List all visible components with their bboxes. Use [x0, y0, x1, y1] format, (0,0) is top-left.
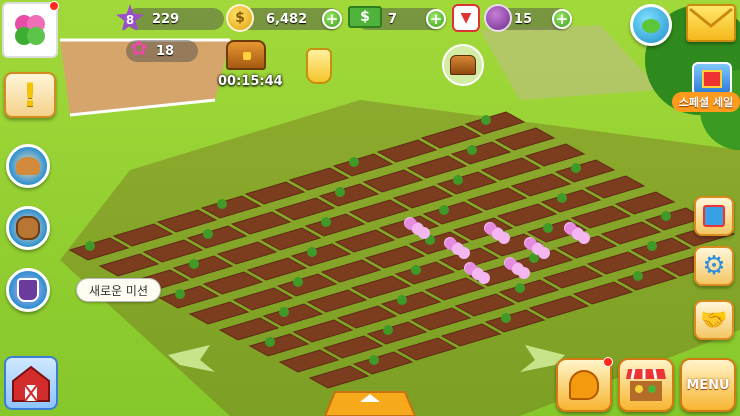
barrel-icon	[16, 216, 40, 240]
crop-sprout	[571, 163, 581, 173]
special-sale-button[interactable]	[692, 62, 732, 96]
special-sale-label: 스페셜 세일	[672, 92, 740, 112]
globe-icon[interactable]	[630, 4, 672, 46]
voucher-icon[interactable]: ▼	[452, 4, 480, 32]
crop-sprout	[467, 145, 477, 155]
gift-button[interactable]	[694, 196, 734, 236]
field-chest-bubble[interactable]	[442, 44, 484, 86]
potion-bottle-icon[interactable]	[306, 48, 332, 84]
crop-sprout	[397, 295, 407, 305]
flower-blossom	[512, 263, 524, 275]
crop-sprout	[335, 187, 345, 197]
handshake-icon: 🤝	[700, 307, 728, 333]
crop-sprout	[203, 229, 213, 239]
menu-label: MENU	[686, 377, 730, 393]
heart-clover-icon: ✿	[130, 36, 148, 60]
cash-bill-icon: $	[348, 6, 382, 28]
alert-button[interactable]: !	[4, 72, 56, 118]
gift-icon	[702, 70, 722, 88]
profile-avatar[interactable]	[2, 1, 59, 58]
crop-sprout	[349, 157, 359, 167]
flower-blossom	[412, 223, 424, 235]
add-cash-button[interactable]: +	[426, 9, 446, 29]
potion-icon	[484, 4, 512, 32]
crop-sprout	[501, 313, 511, 323]
xp-bar: 229	[126, 8, 224, 30]
crop-sprout	[307, 247, 317, 257]
crop-sprout	[383, 325, 393, 335]
crop-sprout	[543, 223, 553, 233]
flower-blossom	[492, 228, 504, 240]
mail-button[interactable]	[686, 4, 736, 42]
crop-sprout	[369, 355, 379, 365]
treasure-chest-icon	[450, 55, 476, 75]
xp-value: 229	[152, 11, 180, 27]
side-mission-button[interactable]	[6, 268, 50, 312]
settings-button[interactable]: ⚙	[694, 246, 734, 286]
flower-blossom	[472, 268, 484, 280]
crop-sprout	[85, 241, 95, 251]
coin-value: 6,482	[266, 11, 308, 27]
reputation-value: 18	[156, 43, 175, 59]
pointer-hand-icon	[569, 370, 599, 400]
barn-icon	[12, 365, 50, 402]
exclamation-icon: !	[22, 76, 38, 114]
crop-sprout	[439, 205, 449, 215]
crop-sprout	[217, 199, 227, 209]
crop-sprout	[279, 307, 289, 317]
add-coins-button[interactable]: +	[322, 9, 342, 29]
move-tool-notification-dot	[603, 357, 613, 367]
gear-icon: ⚙	[702, 251, 726, 281]
market-button[interactable]	[618, 358, 674, 412]
crop-sprout	[647, 241, 657, 251]
new-mission-tooltip: 새로운 미션	[76, 278, 162, 302]
voucher-value: 15	[514, 11, 533, 27]
farm-field[interactable]	[0, 0, 740, 416]
flower-blossom	[572, 228, 584, 240]
flower-blossom	[532, 243, 544, 255]
profile-notification-dot	[49, 1, 59, 11]
crop-sprout	[557, 193, 567, 203]
crop-sprout	[189, 259, 199, 269]
add-vouchers-button[interactable]: +	[552, 9, 572, 29]
treasure-chest-icon[interactable]	[226, 40, 266, 70]
side-bread-button[interactable]	[6, 144, 50, 188]
flower-blossom	[452, 243, 464, 255]
envelope-icon	[689, 7, 733, 28]
crop-sprout	[633, 271, 643, 281]
crop-sprout	[661, 211, 671, 221]
crop-sprout	[175, 289, 185, 299]
dollar-coin-icon: $	[226, 4, 254, 32]
move-tool-button[interactable]	[556, 357, 613, 412]
clover-icon	[15, 15, 45, 45]
crop-sprout	[453, 175, 463, 185]
market-stall-icon	[626, 368, 666, 401]
new-mission-label: 새로운 미션	[89, 283, 149, 298]
friends-button[interactable]: 🤝	[694, 300, 734, 340]
cash-value: 7	[388, 11, 398, 27]
crop-sprout	[293, 277, 303, 287]
crop-sprout	[411, 265, 421, 275]
grape-jam-icon	[17, 278, 39, 302]
crop-sprout	[321, 217, 331, 227]
menu-button[interactable]: MENU	[680, 358, 736, 412]
bonus-timer: 00:15:44	[218, 74, 283, 89]
bread-icon	[16, 157, 40, 175]
gift-box-icon	[703, 205, 725, 227]
barn-button[interactable]	[4, 356, 58, 410]
crop-sprout	[481, 115, 491, 125]
side-barrel-button[interactable]	[6, 206, 50, 250]
crop-sprout	[265, 337, 275, 347]
crop-sprout	[515, 283, 525, 293]
